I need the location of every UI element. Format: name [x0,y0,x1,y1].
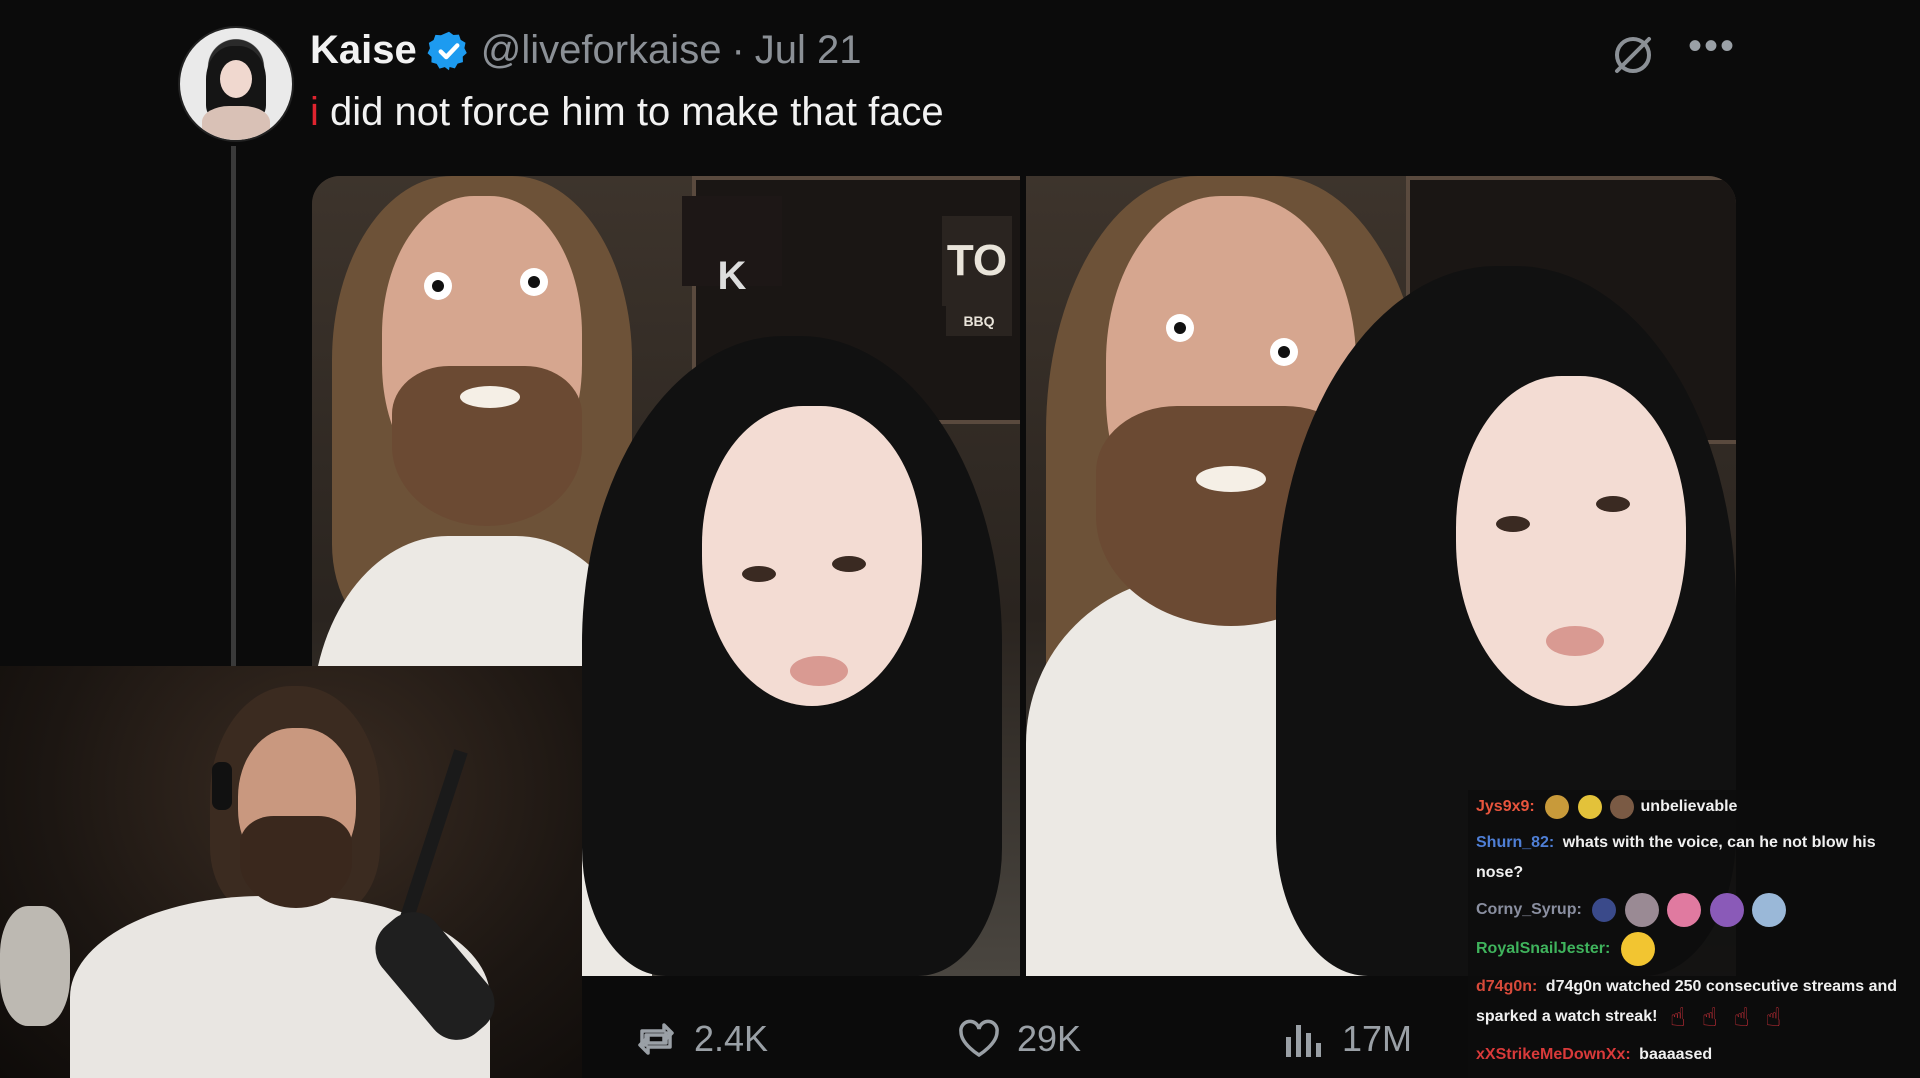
emote-icon [1624,893,1659,927]
chat-username[interactable]: d74g0n: [1476,978,1537,995]
tweet-text: i did not force him to make that face [310,90,944,135]
heart-icon [959,1019,999,1058]
author-name[interactable]: Kaise [310,28,417,73]
storefront-sign: K [682,196,782,298]
emote-icon [1752,893,1787,927]
chat-message: Corny_Syrup: [1476,893,1912,927]
chat-overlay: Jys9x9: unbelievable Shurn_82: whats wit… [1468,790,1920,1078]
chat-text: d74g0n watched 250 consecutive streams a… [1476,978,1898,1026]
like-count: 29K [1017,1018,1082,1059]
grok-icon[interactable] [1608,30,1658,80]
thread-line [231,146,236,666]
storefront-sign: TO [942,216,1012,306]
emote-icon [1610,794,1635,819]
tweet-header: Kaise @liveforkaise · Jul 21 [310,28,862,73]
like-button[interactable]: 29K [955,1015,1081,1063]
verified-badge-icon [427,29,471,73]
tweet-date[interactable]: Jul 21 [755,28,862,73]
repost-icon [638,1023,674,1055]
chat-message: xXStrikeMeDownXx: baaaased [1476,1040,1912,1070]
chat-username[interactable]: Shurn_82: [1476,834,1554,851]
header-separator: · [731,28,745,72]
chat-username[interactable]: xXStrikeMeDownXx: [1476,1046,1631,1063]
author-handle[interactable]: @liveforkaise [481,28,722,73]
pointing-hand-icon: ☝ [1765,1002,1782,1032]
pointing-hand-icon: ☝ [1701,1002,1718,1032]
emote-icon [1709,893,1744,927]
plush-toy [0,906,70,1026]
chat-text: unbelievable [1640,798,1738,815]
emote-icon [1577,794,1602,819]
emote-icon [1545,794,1570,819]
author-avatar[interactable] [178,26,294,142]
repost-count: 2.4K [694,1018,769,1059]
views-button[interactable]: 17M [1280,1015,1412,1063]
chat-message: Jys9x9: unbelievable [1476,792,1912,822]
chat-username[interactable]: RoyalSnailJester: [1476,940,1610,957]
chat-message: d74g0n: d74g0n watched 250 consecutive s… [1476,972,1912,1032]
tweet-text-body: did not force him to make that face [330,90,944,134]
storefront-sign: BBQ [946,306,1012,336]
chat-username[interactable]: Corny_Syrup: [1476,901,1582,918]
more-options-icon[interactable]: ••• [1688,26,1734,72]
tweet-text-mark: i [310,90,319,134]
chat-message: RoyalSnailJester: [1476,932,1912,966]
emote-icon [1620,932,1655,966]
emote-icon [1592,898,1617,922]
emote-icon [1667,893,1702,927]
stream-frame: Kaise @liveforkaise · Jul 21 i did not f… [0,0,1920,1078]
headphone-icon [212,762,232,810]
pointing-hand-icon: ☝ [1733,1002,1750,1032]
chat-username[interactable]: Jys9x9: [1476,798,1535,815]
chat-message: Shurn_82: whats with the voice, can he n… [1476,828,1912,888]
chat-text: baaaased [1639,1046,1713,1063]
views-chart-icon [1286,1025,1321,1057]
view-count: 17M [1342,1018,1413,1059]
pointing-hand-icon: ☝ [1669,1002,1686,1032]
webcam-overlay [0,666,582,1078]
repost-button[interactable]: 2.4K [632,1015,768,1063]
